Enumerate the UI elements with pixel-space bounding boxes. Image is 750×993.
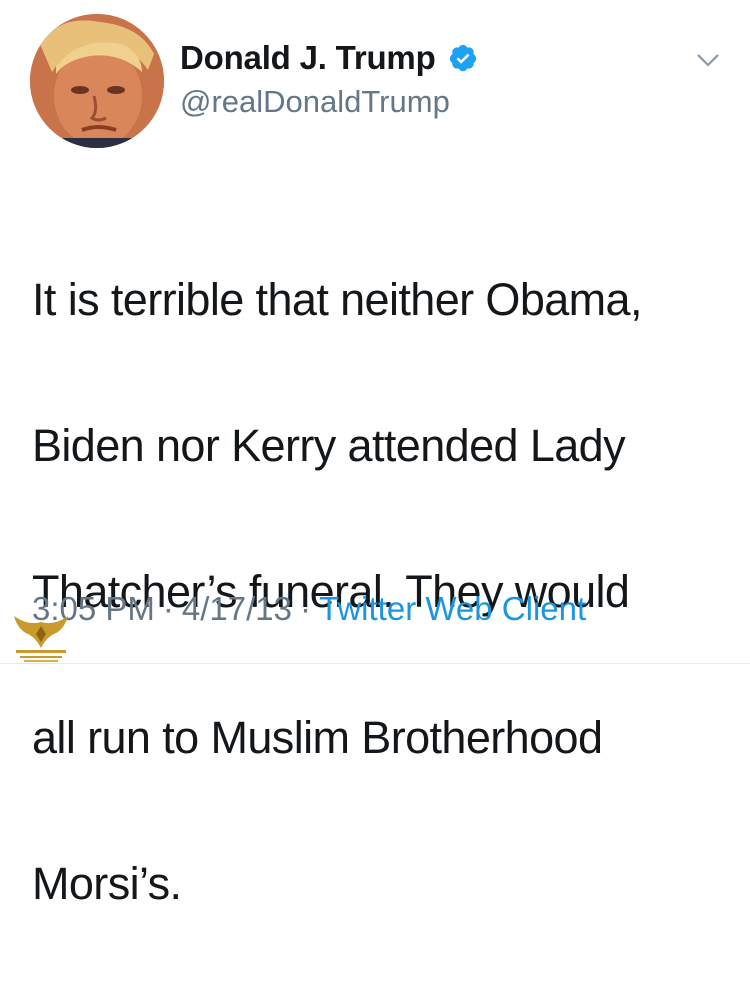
separator: · — [162, 590, 174, 627]
tweet-text-line: Biden nor Kerry attended Lady — [32, 420, 626, 471]
avatar[interactable] — [30, 14, 164, 148]
tweet-date[interactable]: 4/17/13 — [182, 590, 292, 628]
tweet-text-line: Morsi’s. — [32, 858, 182, 909]
bottom-divider — [0, 663, 750, 664]
watermark-logo — [6, 612, 76, 664]
tweet-card: Donald J. Trump @realDonaldTrump It is t… — [0, 0, 750, 909]
separator: · — [300, 590, 312, 627]
profile-photo-icon — [30, 14, 164, 148]
user-handle[interactable]: @realDonaldTrump — [180, 84, 450, 120]
display-name[interactable]: Donald J. Trump — [180, 39, 436, 77]
tweet-metadata: 3:05 PM · 4/17/13 · Twitter Web Client — [32, 590, 586, 628]
verified-badge-icon — [449, 44, 476, 72]
tweet-text-line: all run to Muslim Brotherhood — [32, 712, 603, 763]
chevron-down-icon[interactable] — [694, 50, 722, 70]
tweet-text-line: It is terrible that neither Obama, — [32, 274, 642, 325]
tweet-source-link[interactable]: Twitter Web Client — [319, 590, 586, 628]
name-row: Donald J. Trump — [180, 36, 478, 80]
forum-logo-icon — [14, 616, 68, 662]
